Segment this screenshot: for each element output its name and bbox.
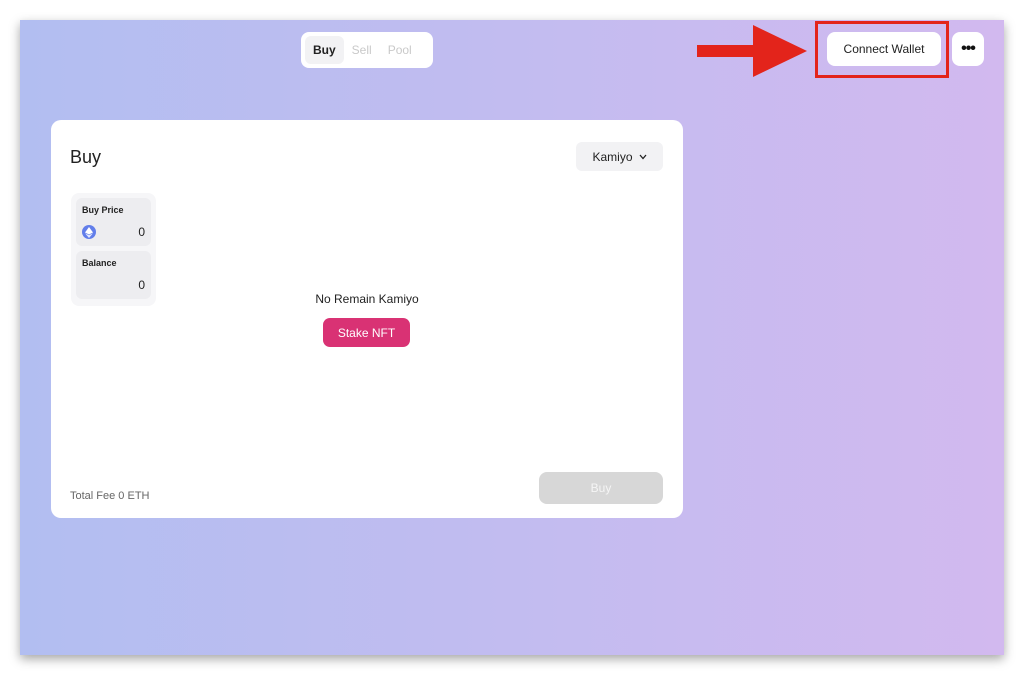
buy-price-label: Buy Price [82, 205, 124, 215]
more-menu-button[interactable]: ••• [952, 32, 984, 66]
tab-sell[interactable]: Sell [344, 36, 380, 64]
red-arrow-icon [697, 25, 807, 77]
eth-icon [82, 225, 96, 239]
empty-message: No Remain Kamiyo [315, 292, 419, 306]
more-dots-icon: ••• [961, 40, 976, 57]
buy-price-box: Buy Price 0 [76, 198, 151, 246]
buy-button[interactable]: Buy [539, 472, 663, 504]
stats-panel: Buy Price 0 Balance 0 [71, 193, 156, 306]
balance-label: Balance [82, 258, 117, 268]
buy-card: Buy Kamiyo Buy Price 0 Balance 0 No Rema… [51, 120, 683, 518]
collection-select[interactable]: Kamiyo [576, 142, 663, 171]
connect-wallet-button[interactable]: Connect Wallet [827, 32, 941, 66]
stake-nft-button[interactable]: Stake NFT [323, 318, 410, 347]
buy-price-value: 0 [138, 225, 145, 239]
balance-value: 0 [138, 278, 145, 292]
tab-pool[interactable]: Pool [380, 36, 420, 64]
tab-buy[interactable]: Buy [305, 36, 344, 64]
total-fee: Total Fee 0 ETH [70, 490, 150, 502]
chevron-down-icon [639, 154, 646, 159]
app-window: Buy Sell Pool Connect Wallet ••• Buy Kam… [20, 20, 1004, 655]
mode-tabs: Buy Sell Pool [301, 32, 433, 68]
collection-select-value: Kamiyo [592, 149, 633, 164]
card-title: Buy [70, 147, 102, 167]
